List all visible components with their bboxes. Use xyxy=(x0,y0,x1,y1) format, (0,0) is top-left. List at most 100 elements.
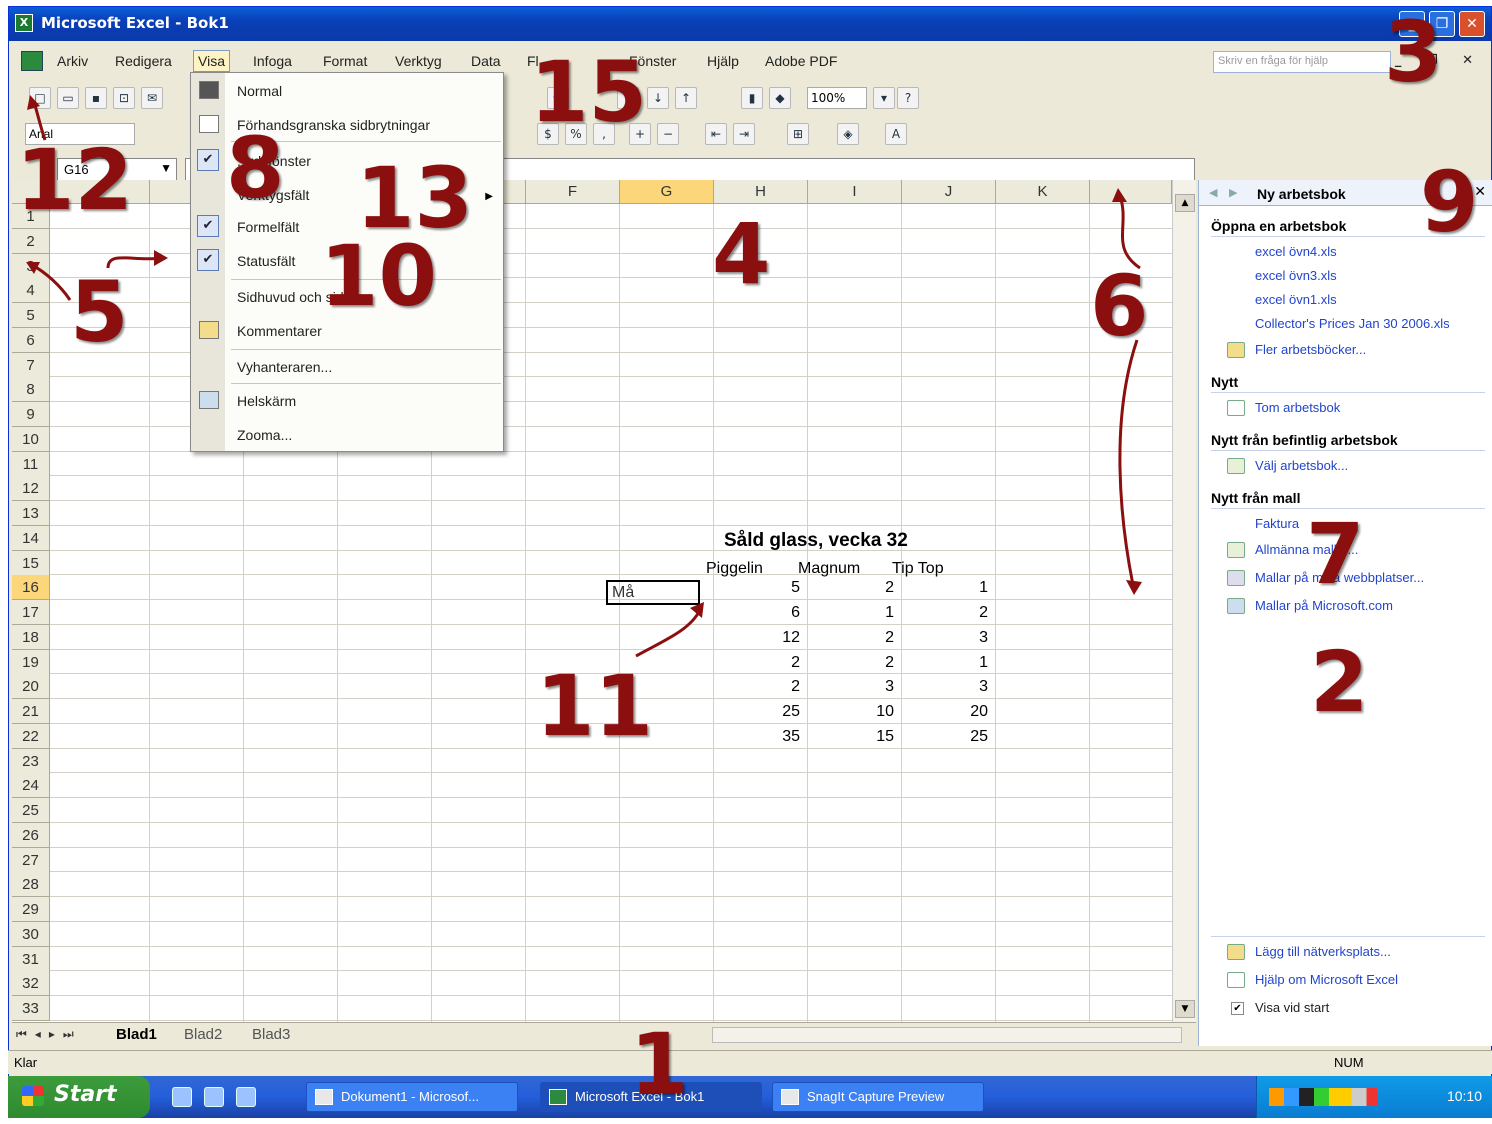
row-header[interactable]: 28 xyxy=(12,872,50,898)
chart-wizard-icon[interactable]: ▮ xyxy=(741,87,763,109)
table-title[interactable]: Såld glass, vecka 32 xyxy=(720,528,912,553)
table-cell[interactable]: 15 xyxy=(808,724,898,749)
sort-ascending-icon[interactable]: ↓ xyxy=(647,87,669,109)
row-header[interactable]: 21 xyxy=(12,699,50,724)
row-header[interactable]: 24 xyxy=(12,773,50,799)
tab-navigation-icons[interactable]: ⏮◂▸⏭ xyxy=(16,1027,82,1042)
decrease-indent-icon[interactable]: ⇤ xyxy=(705,123,727,145)
table-cell[interactable]: 1 xyxy=(808,600,898,625)
menu-data[interactable]: Data xyxy=(471,53,501,69)
table-cell[interactable]: 2 xyxy=(902,600,992,625)
excel-app-icon[interactable]: X xyxy=(15,14,33,32)
table-cell[interactable]: 5 xyxy=(714,575,804,600)
row-header[interactable]: 29 xyxy=(12,897,50,922)
tray-icons[interactable] xyxy=(1269,1088,1419,1106)
row-header[interactable]: 27 xyxy=(12,847,50,873)
table-cell[interactable]: 2 xyxy=(808,625,898,650)
table-cell[interactable]: 10 xyxy=(808,699,898,724)
font-color-icon[interactable]: A xyxy=(885,123,907,145)
recent-file-4[interactable]: Collector's Prices Jan 30 2006.xls xyxy=(1255,316,1450,331)
table-cell[interactable]: 1 xyxy=(902,650,992,675)
horizontal-scrollbar[interactable] xyxy=(712,1027,1182,1043)
tab-blad2[interactable]: Blad2 xyxy=(184,1026,222,1043)
table-cell[interactable]: 25 xyxy=(714,699,804,724)
menu-visa[interactable]: Visa xyxy=(193,50,230,72)
task-pane-nav-icons[interactable]: ◀ ▶ xyxy=(1209,186,1241,199)
row-header[interactable]: 18 xyxy=(12,624,50,650)
open-folder-icon[interactable]: ▭ xyxy=(57,87,79,109)
column-header-k[interactable]: K xyxy=(996,180,1090,204)
recent-file-3[interactable]: excel övn1.xls xyxy=(1255,292,1337,307)
column-header-h[interactable]: H xyxy=(714,180,808,204)
scroll-up-icon[interactable]: ▲ xyxy=(1175,194,1195,212)
row-header[interactable]: 7 xyxy=(12,352,50,378)
table-cell[interactable]: 35 xyxy=(714,724,804,749)
table-cell[interactable]: 6 xyxy=(714,600,804,625)
row-header[interactable]: 14 xyxy=(12,525,50,551)
tab-blad3[interactable]: Blad3 xyxy=(252,1026,290,1043)
row-header[interactable]: 9 xyxy=(12,402,50,427)
task-word-document[interactable]: Dokument1 - Microsof... xyxy=(306,1082,518,1112)
recent-file-1[interactable]: excel övn4.xls xyxy=(1255,244,1337,259)
row-header[interactable]: 16 xyxy=(12,575,50,601)
row-header[interactable]: 4 xyxy=(12,278,50,304)
new-document-icon[interactable]: □ xyxy=(29,87,51,109)
borders-icon[interactable]: ⊞ xyxy=(787,123,809,145)
menu-infoga[interactable]: Infoga xyxy=(253,53,292,69)
email-icon[interactable]: ✉ xyxy=(141,87,163,109)
close-button[interactable]: ✕ xyxy=(1459,11,1485,37)
chevron-down-icon[interactable]: ▼ xyxy=(160,161,172,175)
menu-item-formula-bar[interactable]: Formelfält xyxy=(237,219,299,235)
help-question-input[interactable]: Skriv en fråga för hjälp xyxy=(1213,51,1391,73)
table-cell[interactable]: 2 xyxy=(714,674,804,699)
menu-item-full-screen[interactable]: Helskärm xyxy=(237,393,296,409)
table-cell[interactable]: 3 xyxy=(902,625,992,650)
row-header[interactable]: 2 xyxy=(12,228,50,254)
menu-adobe-pdf[interactable]: Adobe PDF xyxy=(765,53,837,69)
column-header-j[interactable]: J xyxy=(902,180,996,204)
scroll-down-icon[interactable]: ▼ xyxy=(1175,1000,1195,1018)
task-pane-title[interactable]: Ny arbetsbok xyxy=(1257,186,1346,202)
menu-item-status-bar[interactable]: Statusfält xyxy=(237,253,295,269)
title-bar[interactable]: X Microsoft Excel - Bok1 _ ❐ ✕ xyxy=(9,7,1491,41)
choose-workbook-link[interactable]: Välj arbetsbok... xyxy=(1255,458,1348,473)
menu-hjalp[interactable]: Hjälp xyxy=(707,53,739,69)
column-header-i[interactable]: I xyxy=(808,180,902,204)
excel-help-link[interactable]: Hjälp om Microsoft Excel xyxy=(1255,972,1398,987)
row-header[interactable]: 32 xyxy=(12,971,50,997)
table-cell[interactable]: 12 xyxy=(714,625,804,650)
row-header[interactable]: 31 xyxy=(12,946,50,972)
row-header[interactable]: 19 xyxy=(12,649,50,675)
quicklaunch-word-icon[interactable] xyxy=(204,1087,224,1107)
row-header[interactable]: 26 xyxy=(12,822,50,848)
task-snagit[interactable]: SnagIt Capture Preview xyxy=(772,1082,984,1112)
table-cell[interactable]: 2 xyxy=(808,575,898,600)
drawing-icon[interactable]: ◆ xyxy=(769,87,791,109)
row-header[interactable]: 12 xyxy=(12,476,50,502)
table-cell[interactable]: 2 xyxy=(808,650,898,675)
row-header[interactable]: 30 xyxy=(12,921,50,947)
save-icon[interactable]: ▪ xyxy=(85,87,107,109)
row-header[interactable]: 13 xyxy=(12,501,50,526)
table-cell[interactable]: 20 xyxy=(902,699,992,724)
add-network-place-link[interactable]: Lägg till nätverksplats... xyxy=(1255,944,1391,959)
menu-verktyg[interactable]: Verktyg xyxy=(395,53,442,69)
active-cell[interactable]: Må xyxy=(606,580,700,605)
row-header[interactable]: 8 xyxy=(12,377,50,403)
row-header[interactable]: 5 xyxy=(12,303,50,328)
table-cell[interactable]: 25 xyxy=(902,724,992,749)
help-icon[interactable]: ? xyxy=(897,87,919,109)
menu-item-zoom[interactable]: Zooma... xyxy=(237,427,292,443)
increase-indent-icon[interactable]: ⇥ xyxy=(733,123,755,145)
sort-descending-icon[interactable]: ↑ xyxy=(675,87,697,109)
row-header[interactable]: 22 xyxy=(12,723,50,749)
row-header[interactable]: 10 xyxy=(12,426,50,452)
worksheet-grid[interactable]: E F G H I J K 12345678910111213141516171… xyxy=(12,180,1172,1022)
row-header[interactable]: 15 xyxy=(12,550,50,576)
table-cell[interactable]: 1 xyxy=(902,575,992,600)
row-header[interactable]: 33 xyxy=(12,996,50,1021)
tab-blad1[interactable]: Blad1 xyxy=(116,1026,157,1043)
menu-arkiv[interactable]: Arkiv xyxy=(57,53,88,69)
menu-item-comments[interactable]: Kommentarer xyxy=(237,323,322,339)
row-header[interactable]: 3 xyxy=(12,253,50,279)
